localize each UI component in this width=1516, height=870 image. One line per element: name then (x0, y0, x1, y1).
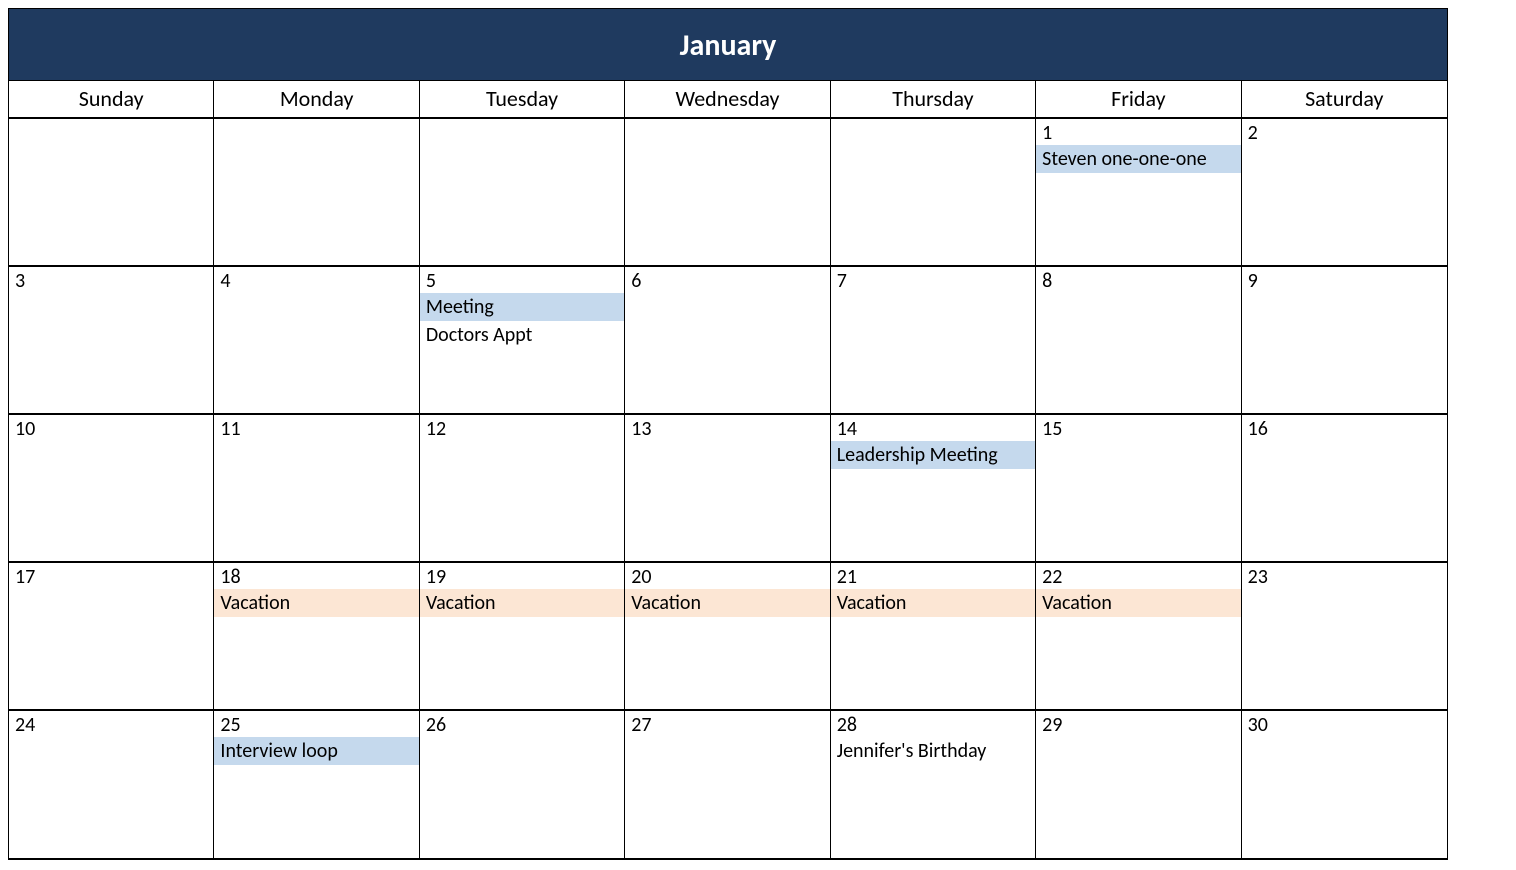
day-number: 4 (214, 267, 418, 293)
day-cell[interactable]: 16 (1242, 415, 1447, 563)
day-number (9, 119, 213, 121)
day-cell[interactable]: 13 (625, 415, 830, 563)
day-number (625, 119, 829, 121)
day-cell[interactable]: 27 (625, 711, 830, 859)
day-number: 22 (1036, 563, 1240, 589)
day-cell[interactable]: 11 (214, 415, 419, 563)
day-cell[interactable] (625, 119, 830, 267)
day-number: 17 (9, 563, 213, 589)
event[interactable]: Steven one-one-one (1036, 145, 1240, 173)
day-cell[interactable]: 25Interview loop (214, 711, 419, 859)
event[interactable]: Vacation (420, 589, 624, 617)
day-number: 9 (1242, 267, 1447, 293)
day-number: 7 (831, 267, 1035, 293)
day-number: 14 (831, 415, 1035, 441)
day-cell[interactable]: 12 (420, 415, 625, 563)
dayname-sunday: Sunday (9, 81, 214, 119)
day-number: 30 (1242, 711, 1447, 737)
day-cell[interactable]: 17 (9, 563, 214, 711)
day-number: 6 (625, 267, 829, 293)
day-number (831, 119, 1035, 121)
day-number: 29 (1036, 711, 1240, 737)
day-number: 3 (9, 267, 213, 293)
day-number: 23 (1242, 563, 1447, 589)
day-cell[interactable]: 22Vacation (1036, 563, 1241, 711)
dayname-row: Sunday Monday Tuesday Wednesday Thursday… (9, 81, 1447, 119)
event[interactable]: Vacation (1036, 589, 1240, 617)
day-number: 27 (625, 711, 829, 737)
day-number: 10 (9, 415, 213, 441)
day-cell[interactable] (420, 119, 625, 267)
event[interactable]: Jennifer's Birthday (831, 737, 1035, 765)
day-cell[interactable]: 19Vacation (420, 563, 625, 711)
week-row: 2425Interview loop262728Jennifer's Birth… (9, 711, 1447, 859)
day-cell[interactable]: 15 (1036, 415, 1241, 563)
day-number: 16 (1242, 415, 1447, 441)
day-cell[interactable]: 7 (831, 267, 1036, 415)
day-number: 19 (420, 563, 624, 589)
day-cell[interactable]: 26 (420, 711, 625, 859)
day-cell[interactable]: 1Steven one-one-one (1036, 119, 1241, 267)
day-number (214, 119, 418, 121)
day-number: 11 (214, 415, 418, 441)
day-number: 5 (420, 267, 624, 293)
day-number: 24 (9, 711, 213, 737)
event[interactable]: Leadership Meeting (831, 441, 1035, 469)
day-number: 28 (831, 711, 1035, 737)
day-cell[interactable]: 29 (1036, 711, 1241, 859)
day-cell[interactable]: 18Vacation (214, 563, 419, 711)
day-number: 20 (625, 563, 829, 589)
day-number: 13 (625, 415, 829, 441)
day-cell[interactable]: 28Jennifer's Birthday (831, 711, 1036, 859)
dayname-thursday: Thursday (831, 81, 1036, 119)
day-number: 25 (214, 711, 418, 737)
day-cell[interactable] (831, 119, 1036, 267)
day-cell[interactable]: 9 (1242, 267, 1447, 415)
weeks: 1Steven one-one-one2345MeetingDoctors Ap… (9, 119, 1447, 859)
event[interactable]: Vacation (831, 589, 1035, 617)
day-cell[interactable]: 8 (1036, 267, 1241, 415)
day-number: 1 (1036, 119, 1240, 145)
dayname-friday: Friday (1036, 81, 1241, 119)
day-number: 26 (420, 711, 624, 737)
day-cell[interactable]: 5MeetingDoctors Appt (420, 267, 625, 415)
event[interactable]: Vacation (625, 589, 829, 617)
day-number: 18 (214, 563, 418, 589)
event[interactable]: Doctors Appt (420, 321, 624, 349)
event[interactable]: Vacation (214, 589, 418, 617)
calendar: January Sunday Monday Tuesday Wednesday … (8, 8, 1448, 860)
day-cell[interactable]: 2 (1242, 119, 1447, 267)
day-cell[interactable]: 4 (214, 267, 419, 415)
day-cell[interactable] (214, 119, 419, 267)
day-number: 15 (1036, 415, 1240, 441)
week-row: 1Steven one-one-one2 (9, 119, 1447, 267)
day-cell[interactable]: 14Leadership Meeting (831, 415, 1036, 563)
day-number: 12 (420, 415, 624, 441)
dayname-monday: Monday (214, 81, 419, 119)
day-cell[interactable]: 20Vacation (625, 563, 830, 711)
event[interactable]: Meeting (420, 293, 624, 321)
day-cell[interactable]: 21Vacation (831, 563, 1036, 711)
event[interactable]: Interview loop (214, 737, 418, 765)
day-cell[interactable]: 10 (9, 415, 214, 563)
day-cell[interactable]: 23 (1242, 563, 1447, 711)
dayname-wednesday: Wednesday (625, 81, 830, 119)
day-number: 8 (1036, 267, 1240, 293)
month-title: January (9, 9, 1447, 81)
day-number: 2 (1242, 119, 1447, 145)
week-row: 1718Vacation19Vacation20Vacation21Vacati… (9, 563, 1447, 711)
week-row: 1011121314Leadership Meeting1516 (9, 415, 1447, 563)
day-cell[interactable] (9, 119, 214, 267)
day-number: 21 (831, 563, 1035, 589)
day-cell[interactable]: 24 (9, 711, 214, 859)
day-number (420, 119, 624, 121)
dayname-tuesday: Tuesday (420, 81, 625, 119)
week-row: 345MeetingDoctors Appt6789 (9, 267, 1447, 415)
day-cell[interactable]: 6 (625, 267, 830, 415)
dayname-saturday: Saturday (1242, 81, 1447, 119)
day-cell[interactable]: 3 (9, 267, 214, 415)
day-cell[interactable]: 30 (1242, 711, 1447, 859)
